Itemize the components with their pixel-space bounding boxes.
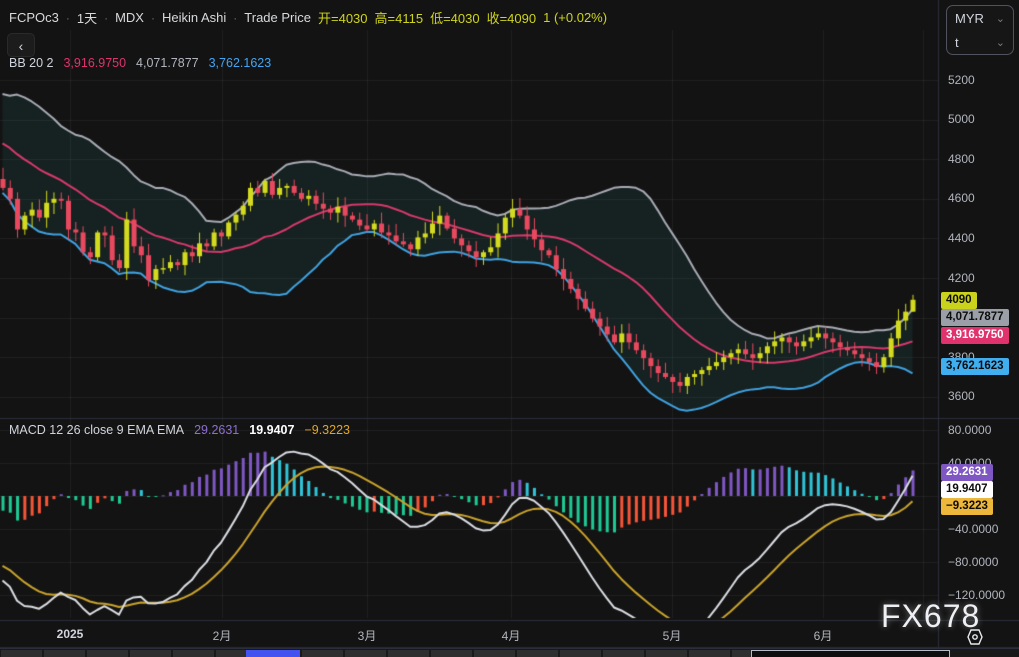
- axis-tick-label: −80.0000: [948, 555, 998, 570]
- scrollbar-segment[interactable]: [130, 650, 171, 657]
- unit-value: t: [955, 35, 959, 50]
- scrollbar-segment[interactable]: [474, 650, 515, 657]
- chart-window: FCPOc3 · 1天 · MDX · Heikin Ashi · Trade …: [0, 0, 1019, 657]
- unit-dropdown[interactable]: t ⌄: [947, 30, 1013, 54]
- exchange-label: MDX: [115, 10, 144, 25]
- bb-title: BB 20 2: [9, 56, 53, 70]
- separator-dot: ·: [151, 11, 155, 25]
- price-badge: 3,916.9750: [941, 327, 1009, 344]
- change-value: 1 (+0.02%): [543, 10, 607, 25]
- scrollbar-segment[interactable]: [302, 650, 343, 657]
- price-type-label: Trade Price: [244, 10, 311, 25]
- main-chart-canvas[interactable]: [0, 0, 1019, 657]
- price-badge: 3,762.1623: [941, 358, 1009, 375]
- chevron-down-icon: ⌄: [996, 12, 1005, 25]
- macd-line-value: 19.9407: [249, 423, 294, 437]
- close-value: 收=4090: [487, 8, 537, 27]
- chevron-down-icon: ⌄: [996, 36, 1005, 49]
- separator-dot: ·: [104, 11, 108, 25]
- scrollbar-segment[interactable]: [517, 650, 558, 657]
- separator-dot: ·: [233, 11, 237, 25]
- macd-signal-value: −9.3223: [304, 423, 350, 437]
- time-axis-label[interactable]: 4月: [481, 627, 541, 644]
- macd-title: MACD 12 26 close 9 EMA EMA: [9, 423, 184, 437]
- price-badge: 4,071.7877: [941, 309, 1009, 326]
- currency-dropdown[interactable]: MYR ⌄: [947, 6, 1013, 30]
- scrollbar-segment[interactable]: [689, 650, 730, 657]
- axis-tick-label: 4800: [948, 152, 975, 167]
- scrollbar-active-segment[interactable]: [246, 650, 300, 657]
- price-badge: 29.2631: [941, 464, 993, 481]
- axis-tick-label: 80.0000: [948, 423, 991, 438]
- time-axis-label[interactable]: 2025: [40, 627, 100, 641]
- scrollbar-segment[interactable]: [87, 650, 128, 657]
- price-badge: −9.3223: [941, 498, 993, 515]
- scrollbar-segment[interactable]: [173, 650, 214, 657]
- scrollbar-segment[interactable]: [560, 650, 601, 657]
- symbol-name[interactable]: FCPOc3: [9, 10, 59, 25]
- chart-scrollbar[interactable]: [0, 648, 1019, 657]
- scrollbar-segment[interactable]: [388, 650, 429, 657]
- axis-tick-label: 4200: [948, 271, 975, 286]
- scrollbar-segment[interactable]: [646, 650, 687, 657]
- axis-tick-label: 3600: [948, 389, 975, 404]
- bb-indicator-legend[interactable]: BB 20 2 3,916.9750 4,071.7877 3,762.1623: [9, 56, 271, 70]
- price-badge: 4090: [941, 292, 977, 309]
- macd-hist-value: 29.2631: [194, 423, 239, 437]
- bb-upper-value: 4,071.7877: [136, 56, 199, 70]
- axis-tick-label: 4600: [948, 191, 975, 206]
- scrollbar-segment[interactable]: [603, 650, 644, 657]
- axis-tick-label: 4400: [948, 231, 975, 246]
- axis-tick-label: 5200: [948, 73, 975, 88]
- time-axis-label[interactable]: 6月: [793, 627, 853, 644]
- macd-indicator-legend[interactable]: MACD 12 26 close 9 EMA EMA 29.2631 19.94…: [9, 423, 350, 437]
- chart-style-button[interactable]: Heikin Ashi: [162, 10, 226, 25]
- axis-tick-label: −40.0000: [948, 522, 998, 537]
- fx678-logo-icon: [967, 629, 983, 650]
- bb-basis-value: 3,916.9750: [63, 56, 126, 70]
- time-axis-label[interactable]: 2月: [192, 627, 252, 644]
- scrollbar-segment[interactable]: [1, 650, 42, 657]
- interval-button[interactable]: 1天: [77, 8, 97, 27]
- low-value: 低=4030: [430, 8, 480, 27]
- fx678-watermark: FX678: [881, 598, 980, 635]
- back-button[interactable]: ‹: [7, 33, 35, 57]
- symbol-toolbar: FCPOc3 · 1天 · MDX · Heikin Ashi · Trade …: [9, 8, 607, 27]
- axis-unit-selector: MYR ⌄ t ⌄: [946, 5, 1014, 55]
- open-value: 开=4030: [318, 8, 368, 27]
- scrollbar-segment[interactable]: [345, 650, 386, 657]
- scrollbar-segment[interactable]: [431, 650, 472, 657]
- separator-dot: ·: [66, 11, 70, 25]
- scrollbar-range-box[interactable]: [751, 650, 950, 657]
- time-axis-label[interactable]: 3月: [337, 627, 397, 644]
- price-badge: 19.9407: [941, 481, 993, 498]
- axis-tick-label: 5000: [948, 112, 975, 127]
- scrollbar-segment[interactable]: [44, 650, 85, 657]
- high-value: 高=4115: [375, 8, 424, 27]
- bb-lower-value: 3,762.1623: [209, 56, 272, 70]
- time-axis-label[interactable]: 5月: [642, 627, 702, 644]
- currency-value: MYR: [955, 11, 984, 26]
